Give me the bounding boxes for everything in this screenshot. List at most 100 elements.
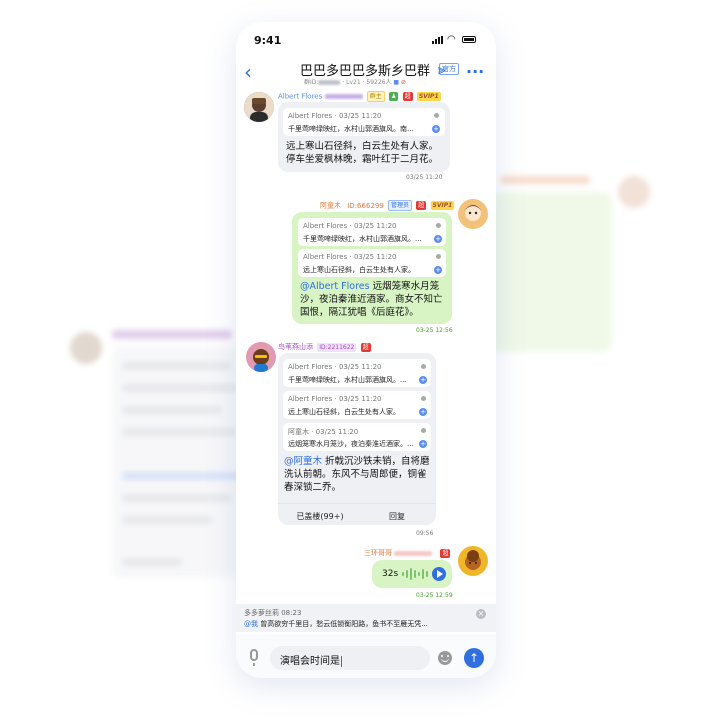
quote-text: 远上寒山石径斜，白云生处有人家。 <box>288 408 400 416</box>
sender-name: Albert Flores <box>278 92 323 101</box>
voice-message[interactable]: 32s <box>372 560 452 588</box>
message-time: 03-25 12:56 <box>416 327 453 334</box>
reply-text-line: @我 曾高欲穷千里目，愁云低锁衡阳路，鱼书不至雁无凭... <box>244 619 428 629</box>
phone-frame: 9:41 ◠ ‹ 巴巴多巴巴多斯乡巴群 官方 群ID: · Lv21 · 592… <box>236 22 496 678</box>
quote-text: 千里莺啼绿映红，水村山郭酒旗风。南... <box>288 125 414 133</box>
quote-dot-icon <box>436 223 441 228</box>
quote-header: 阿童木 · 03/25 11:20 <box>288 428 359 436</box>
expand-icon[interactable]: + <box>434 266 442 274</box>
reply-button[interactable]: 回复 <box>362 511 432 522</box>
divider <box>278 503 436 504</box>
reply-text: 曾高欲穷千里目，愁云低锁衡阳路，鱼书不至雁无凭... <box>258 620 428 628</box>
back-icon[interactable]: ‹ <box>244 62 264 84</box>
reply-preview[interactable]: 多多萝丝莉 08:23 @我 曾高欲穷千里目，愁云低锁衡阳路，鱼书不至雁无凭..… <box>236 604 496 632</box>
group-meta: · Lv21 · 59226人 <box>342 79 392 86</box>
quote-text: 千里莺啼绿映红，水村山郭酒旗风。... <box>288 376 407 384</box>
emoji-icon[interactable] <box>438 651 452 665</box>
send-button[interactable]: ↑ <box>464 648 484 668</box>
group-icon: ■ <box>393 79 400 86</box>
expand-icon[interactable]: + <box>419 440 427 448</box>
quote-dot-icon <box>421 428 426 433</box>
message-text: @Albert Flores 远烟笼寒水月笼沙，夜泊秦淮近酒家。商女不知亡国恨，… <box>300 280 448 319</box>
message-text: 远上寒山石径斜，白云生处有人家。停车坐爱枫林晚，霜叶红于二月花。 <box>286 141 439 165</box>
group-id-blurred <box>318 80 341 85</box>
stage: 9:41 ◠ ‹ 巴巴多巴巴多斯乡巴群 官方 群ID: · Lv21 · 592… <box>0 0 720 720</box>
member-icon: ♟ <box>388 92 399 101</box>
owner-tag: 群主 <box>366 91 385 102</box>
quoted-message[interactable]: Albert Flores · 03/25 11:20 千里莺啼绿映红，水村山郭… <box>283 108 445 136</box>
group-subinfo: 群ID: · Lv21 · 59226人 ■ ⊘ <box>304 77 406 86</box>
avatar[interactable] <box>458 199 488 229</box>
sender-id-blurred <box>324 94 363 99</box>
group-id-label: 群ID: <box>304 79 319 86</box>
quote-dot-icon <box>434 113 439 118</box>
expand-icon[interactable]: + <box>434 235 442 243</box>
floors-button[interactable]: 已盖楼(99+) <box>284 511 356 522</box>
admin-tag: 管理员 <box>388 200 413 211</box>
red-tag: 超 <box>402 92 413 101</box>
message-time: 03-25 12:59 <box>416 592 453 599</box>
sender-line: 鸟苇燕山添 ID:2211622 超 <box>278 342 371 352</box>
message-text: @阿童木 折戟沉沙铁未销，自将磨洗认前朝。东风不与周郎便，铜雀春深锁二乔。 <box>284 455 432 494</box>
sender-id: ID:2211622 <box>317 342 357 352</box>
sender-line: 三环哥哥 超 <box>364 548 451 558</box>
play-icon[interactable] <box>432 567 446 581</box>
sender-line: 阿童木 ID:666299 管理员 超 SVIP1 <box>320 200 455 211</box>
red-tag: 超 <box>440 548 451 558</box>
quoted-message[interactable]: Albert Flores · 03/25 11:20 千里莺啼绿映红，水村山郭… <box>283 359 431 387</box>
status-time: 9:41 <box>254 34 282 47</box>
avatar[interactable] <box>458 546 488 576</box>
quote-dot-icon <box>436 254 441 259</box>
background-card-left <box>70 322 262 584</box>
quoted-message[interactable]: Albert Flores · 03/25 11:20 远上寒山石径斜，白云生处… <box>283 391 431 419</box>
sender-line: Albert Flores 群主 ♟ 超 SVIP1 <box>278 91 441 102</box>
signal-icon <box>432 36 444 44</box>
quoted-message[interactable]: 阿童木 · 03/25 11:20 远烟笼寒水月笼沙，夜泊秦淮近酒家。... + <box>283 423 431 451</box>
battery-icon <box>462 36 476 43</box>
quoted-message[interactable]: Albert Flores · 03/25 11:20 远上寒山石径斜，白云生处… <box>298 249 446 277</box>
quote-header: Albert Flores · 03/25 11:20 <box>288 395 382 403</box>
quote-text: 千里莺啼绿映红，水村山郭酒旗风。... <box>303 235 422 243</box>
quote-dot-icon <box>421 396 426 401</box>
more-icon[interactable]: ··· <box>466 62 484 81</box>
status-bar: 9:41 ◠ <box>236 22 496 58</box>
message-time: 09:56 <box>416 530 434 537</box>
message-bubble[interactable]: Albert Flores · 03/25 11:20 千里莺啼绿映红，水村山郭… <box>278 102 450 172</box>
quoted-message[interactable]: Albert Flores · 03/25 11:20 千里莺啼绿映红，水村山郭… <box>298 218 446 246</box>
message-bubble[interactable]: Albert Flores · 03/25 11:20 千里莺啼绿映红，水村山郭… <box>278 353 436 525</box>
background-card-right <box>490 172 660 352</box>
sender-name: 阿童木 <box>320 201 341 210</box>
avatar[interactable] <box>246 342 276 372</box>
expand-icon[interactable]: + <box>419 376 427 384</box>
message-time: 03/25 11:20 <box>406 174 443 181</box>
expand-icon[interactable]: + <box>419 408 427 416</box>
sender-name: 三环哥哥 <box>364 549 392 557</box>
sender-id: ID:666299 <box>347 201 384 210</box>
expand-icon[interactable]: + <box>432 125 440 133</box>
group-share-icon[interactable]: ⫸ <box>438 62 454 80</box>
wifi-icon: ◠ <box>447 34 456 45</box>
close-icon[interactable]: × <box>476 609 486 619</box>
svip-tag: SVIP1 <box>416 92 441 101</box>
message-input[interactable]: 演唱会时间是 <box>270 646 430 670</box>
text-caret <box>341 655 342 667</box>
quote-header: Albert Flores · 03/25 11:20 <box>288 363 382 371</box>
sender-id-blurred <box>394 550 433 556</box>
input-value: 演唱会时间是 <box>280 656 340 667</box>
voice-duration: 32s <box>382 569 399 579</box>
red-tag: 超 <box>416 201 427 210</box>
mention-link[interactable]: @Albert Flores <box>300 281 370 292</box>
quote-text: 远上寒山石径斜，白云生处有人家。 <box>303 266 415 274</box>
mention-link[interactable]: @阿童木 <box>284 456 322 467</box>
mic-icon[interactable] <box>250 649 258 666</box>
svip-tag: SVIP1 <box>430 201 455 210</box>
quote-header: Albert Flores · 03/25 11:20 <box>303 253 397 261</box>
quote-header: Albert Flores · 03/25 11:20 <box>288 112 382 120</box>
red-tag: 超 <box>360 342 371 352</box>
input-bar: 演唱会时间是 ↑ <box>236 634 496 678</box>
message-bubble[interactable]: Albert Flores · 03/25 11:20 千里莺啼绿映红，水村山郭… <box>292 212 452 324</box>
forbid-icon: ⊘ <box>401 79 407 86</box>
quote-dot-icon <box>421 364 426 369</box>
avatar[interactable] <box>244 92 274 122</box>
quote-header: Albert Flores · 03/25 11:20 <box>303 222 397 230</box>
